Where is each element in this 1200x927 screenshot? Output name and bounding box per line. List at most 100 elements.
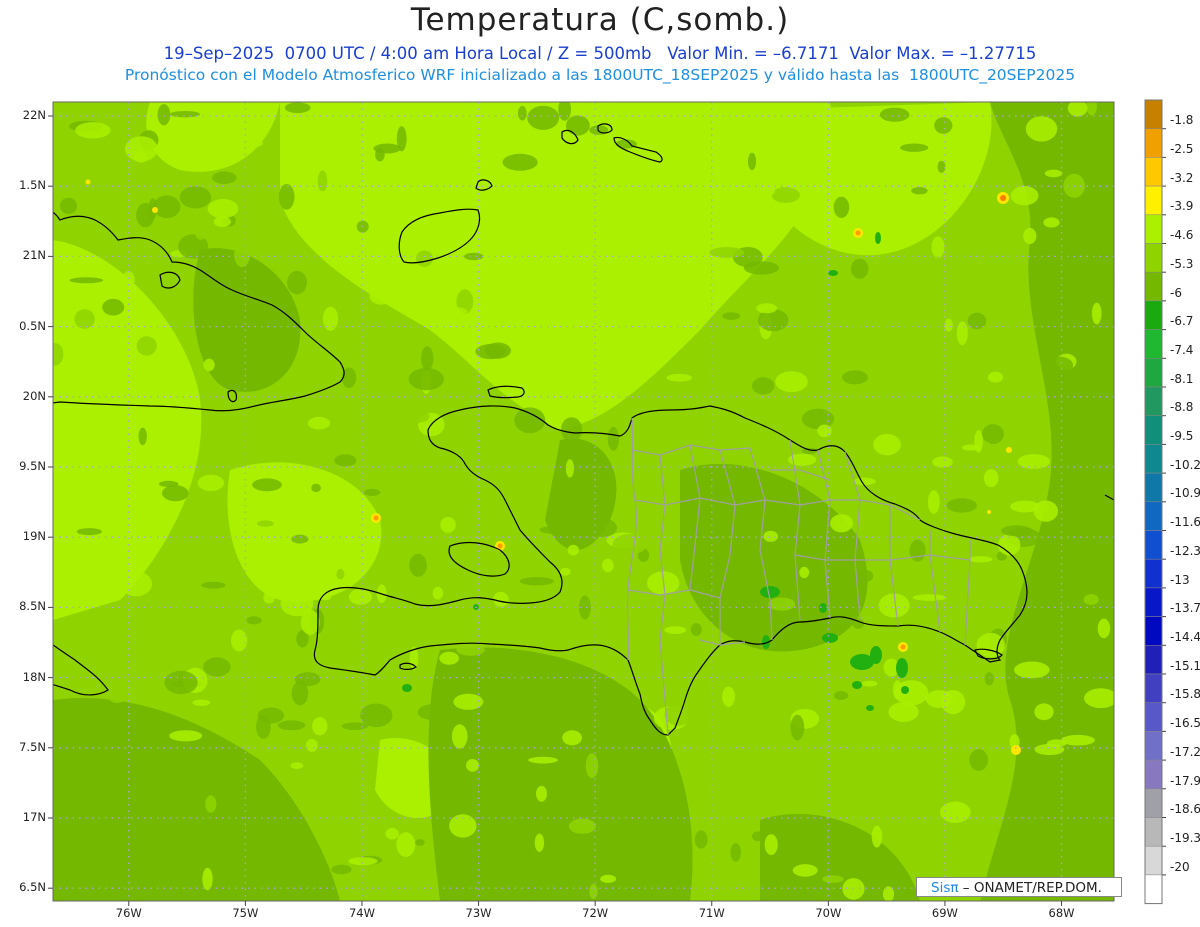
lat-label: 1.5N xyxy=(19,178,46,193)
field-blotch xyxy=(433,306,468,316)
field-blotch xyxy=(336,568,345,580)
field-blotch xyxy=(252,530,263,550)
field-blotch xyxy=(396,832,416,857)
field-blotch xyxy=(589,883,598,900)
colorbar-label: -19.3 xyxy=(1170,830,1200,845)
field-blotch xyxy=(523,680,541,705)
field-blotch xyxy=(833,196,850,218)
field-blotch xyxy=(256,714,271,739)
field-blotch xyxy=(565,459,575,478)
field-blotch xyxy=(179,186,212,209)
field-blotch xyxy=(566,115,590,136)
field-blotch xyxy=(193,290,217,302)
field-blotch xyxy=(432,586,444,600)
field-blotch xyxy=(364,488,381,496)
field-blotch xyxy=(213,216,231,227)
lat-label: 6.5N xyxy=(19,880,46,895)
field-blotch xyxy=(694,830,708,849)
colorbar-label: -18.6 xyxy=(1170,802,1200,817)
field-blotch xyxy=(348,857,378,866)
colorbar-swatch xyxy=(1144,788,1163,818)
field-blotch xyxy=(162,485,189,502)
field-blotch xyxy=(195,225,207,240)
field-blotch xyxy=(751,377,775,395)
field-blotch xyxy=(466,759,479,772)
field-blotch xyxy=(587,518,618,538)
field-blotch xyxy=(1010,186,1039,206)
field-blotch xyxy=(203,657,231,677)
field-blotch xyxy=(53,476,66,494)
colorbar-label: -8.1 xyxy=(1170,371,1194,386)
field-blotch xyxy=(202,493,218,504)
field-blotch xyxy=(317,170,328,192)
lat-label: 0.5N xyxy=(19,318,46,333)
colorbar-label: -11.6 xyxy=(1170,515,1200,530)
field-blotch xyxy=(925,690,953,708)
field-blotch xyxy=(485,184,510,204)
weather-map xyxy=(48,99,1166,906)
field-blotch xyxy=(932,456,953,468)
field-blotch xyxy=(1064,832,1097,854)
field-blotch xyxy=(961,444,981,451)
field-blotch xyxy=(415,839,425,846)
field-blotch xyxy=(312,717,328,736)
credit-box: Sisπ – ONAMET/REP.DOM. xyxy=(916,877,1122,897)
colorbar-swatch xyxy=(1144,386,1163,416)
field-blotch xyxy=(74,309,95,329)
colorbar-swatch xyxy=(1144,817,1163,847)
colorbar-label: -16.5 xyxy=(1170,716,1200,730)
field-blotch xyxy=(1034,703,1054,721)
colorbar-label: -2.5 xyxy=(1170,142,1194,156)
colorbar-label: -14.4 xyxy=(1170,630,1200,644)
colorbar-swatch xyxy=(1144,128,1163,158)
colorbar-swatch xyxy=(1144,845,1163,876)
field-blotch xyxy=(539,525,567,534)
field-blotch xyxy=(214,102,241,107)
field-blotch xyxy=(527,105,560,130)
field-blotch xyxy=(709,247,745,258)
field-blotch xyxy=(842,878,865,900)
lon-label: 68W xyxy=(1048,906,1075,920)
field-blotch xyxy=(164,670,198,695)
field-blotch xyxy=(445,168,468,180)
field-blotch xyxy=(141,465,155,473)
colorbar-swatch xyxy=(1144,358,1163,388)
sispi-logo: Sisπ xyxy=(931,880,959,896)
colorbar-label: -4.6 xyxy=(1170,228,1194,243)
lon-label: 76W xyxy=(115,906,142,920)
colorbar-swatch xyxy=(1144,874,1163,904)
colorbar-label: -6 xyxy=(1170,285,1182,300)
field-blotch xyxy=(141,717,176,732)
field-blotch xyxy=(833,691,849,700)
field-blotch xyxy=(197,474,225,492)
field-blotch xyxy=(1025,116,1058,142)
field-blotch xyxy=(493,591,509,607)
field-blotch xyxy=(743,103,752,113)
field-blotch xyxy=(311,483,321,493)
field-blotch xyxy=(694,691,721,709)
field-blotch xyxy=(677,119,703,129)
colorbar-label: -10.2 xyxy=(1170,457,1200,472)
field-blotch xyxy=(560,567,571,576)
field-blotch xyxy=(517,105,527,121)
field-blotch xyxy=(1083,594,1099,605)
field-blotch xyxy=(850,258,869,279)
colorbar-label: -9.5 xyxy=(1170,429,1194,444)
field-blotch xyxy=(360,703,393,728)
field-blotch xyxy=(561,417,583,442)
field-blotch xyxy=(568,818,596,834)
field-blotch xyxy=(1045,356,1074,374)
colorbar-swatch xyxy=(1144,530,1163,560)
field-blotch xyxy=(804,312,841,329)
field-blotch xyxy=(764,834,778,856)
colorbar-swatch xyxy=(1144,300,1163,330)
field-blotch xyxy=(1084,688,1114,709)
colorbar-swatch xyxy=(1144,329,1163,359)
field-blotch xyxy=(912,594,947,601)
field-blotch xyxy=(212,171,237,184)
field-blotch xyxy=(356,220,369,233)
field-blotch xyxy=(358,196,370,206)
lon-label: 72W xyxy=(582,906,609,920)
field-blotch xyxy=(693,189,709,205)
field-blotch xyxy=(740,177,776,201)
